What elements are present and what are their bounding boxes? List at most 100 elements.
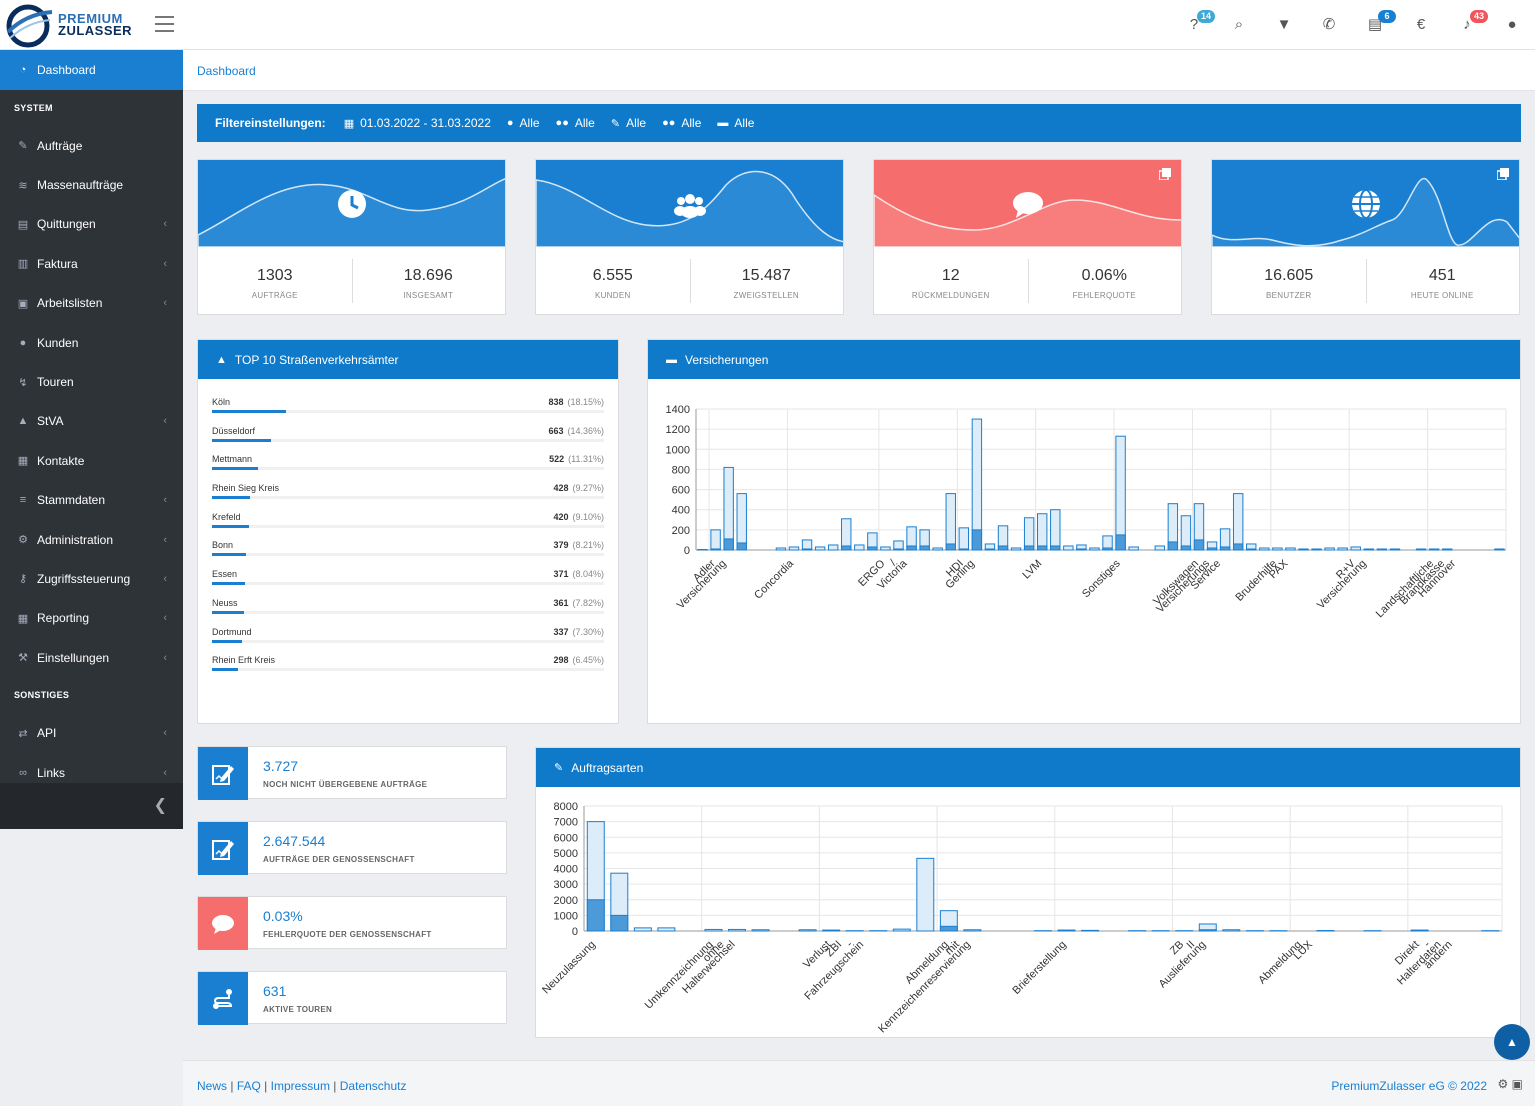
auftragsarten-chart: 0 1000 2000 3000 4000 5000 6000 7000 8000 Neuzula… — [540, 801, 1503, 1035]
help-icon[interactable]: ? 14 — [1183, 10, 1215, 36]
footer-link-news[interactable]: News — [197, 1079, 227, 1093]
euro-icon[interactable]: € — [1410, 14, 1432, 36]
bar-part — [710, 548, 721, 551]
office-count: 298 — [553, 655, 569, 666]
breadcrumb-dashboard-link[interactable]: Dashboard — [197, 64, 256, 78]
progress-track — [212, 668, 604, 672]
cogs-icon[interactable]: ⚙ — [1498, 1077, 1509, 1091]
footer-link-faq[interactable]: FAQ — [237, 1079, 261, 1093]
filter-icon[interactable]: ▼ — [1273, 14, 1295, 36]
bar-total — [1232, 493, 1244, 551]
sidebar-item-zugriffssteuerung[interactable]: ⚷ Zugriffssteuerung ‹ — [0, 559, 183, 598]
bar-total — [723, 466, 734, 551]
bar-total — [751, 929, 770, 932]
road-icon: ▲ — [17, 415, 29, 428]
filter-car[interactable]: ▬ Alle — [717, 116, 754, 130]
sidebar-item-reporting[interactable]: ▦ Reporting ‹ — [0, 599, 183, 638]
office-percent: (7.82%) — [572, 597, 604, 608]
sidebar-item-api[interactable]: ⇄ API ‹ — [0, 713, 183, 752]
phone-icon[interactable]: ✆ — [1318, 14, 1340, 36]
bar-total — [932, 547, 943, 551]
stat-card-values: 16.605 BENUTZER 451 HEUTE ONLINE — [1212, 247, 1519, 316]
collapse-sidebar-icon[interactable]: ❮ — [154, 795, 167, 815]
sidebar-item-dashboard[interactable]: ◔ Dashboard — [0, 50, 183, 90]
bar-total — [1285, 547, 1296, 551]
bar-total — [1442, 548, 1453, 551]
x-tick-label: Neuzulassung — [540, 939, 598, 997]
bar-total — [827, 544, 839, 551]
copy-icon[interactable] — [1497, 168, 1509, 180]
sidebar-item-label: Kunden — [37, 335, 79, 350]
sidebar-item-arbeitslisten[interactable]: ▣ Arbeitslisten ‹ — [0, 284, 183, 323]
list-item: Dortmund 337 (7.30%) — [212, 623, 604, 652]
bar-part — [919, 545, 930, 551]
clipboard-icon: ▣ — [17, 297, 29, 310]
info-label: NOCH NICHT ÜBERGEBENE AUFTRÄGE — [263, 780, 428, 789]
bar-total — [841, 518, 852, 551]
office-value: 361 (7.82%) — [553, 598, 604, 608]
chevron-left-icon: ‹ — [163, 257, 167, 270]
sidebar-item-stammdaten[interactable]: ≡ Stammdaten ‹ — [0, 481, 183, 520]
bar-total — [788, 546, 800, 551]
cogs-icon: ⚙ — [18, 534, 28, 547]
route-icon: ↯ — [18, 376, 28, 389]
progress-fill — [212, 639, 242, 643]
sidebar-item-label: API — [37, 726, 57, 741]
bar-part — [1167, 541, 1179, 551]
sidebar-item-quittungen[interactable]: ▤ Quittungen ‹ — [0, 205, 183, 244]
filter-user[interactable]: ● Alle — [507, 116, 540, 130]
user-icon[interactable]: ● — [1501, 14, 1523, 36]
sidebar-item-einstellungen[interactable]: ⚒ Einstellungen ‹ — [0, 638, 183, 677]
chevron-left-icon: ‹ — [163, 494, 167, 507]
office-name: Bonn — [212, 540, 234, 551]
bar-total — [1350, 546, 1361, 551]
chevron-up-icon: ▲ — [1506, 1035, 1518, 1049]
scroll-to-top-button[interactable]: ▲ — [1494, 1024, 1530, 1060]
bar-part — [958, 548, 970, 551]
y-tick-label: 5000 — [554, 848, 578, 860]
group-icon: ●● — [662, 117, 676, 129]
y-tick-label: 0 — [572, 926, 578, 938]
filter-calendar[interactable]: ▦ 01.03.2022 - 31.03.2022 — [344, 116, 491, 130]
user-icon: ● — [506, 117, 514, 129]
filter-users[interactable]: ●● Alle — [556, 116, 595, 130]
sidebar-item-faktura[interactable]: ▥ Faktura ‹ — [0, 244, 183, 283]
stat-value: 451 — [1428, 267, 1456, 284]
sidebar-item-aufträge[interactable]: ✎ Aufträge — [0, 126, 183, 165]
office-value: 379 (8.21%) — [553, 540, 604, 550]
footer-link-impressum[interactable]: Impressum — [271, 1079, 330, 1093]
bar-total — [633, 927, 652, 932]
search-icon[interactable]: ⌕ — [1228, 14, 1250, 36]
users-icon — [673, 194, 706, 218]
filter-edit[interactable]: ✎ Alle — [611, 116, 646, 130]
sidebar-item-kunden[interactable]: ● Kunden — [0, 323, 183, 362]
office-value: 371 (8.04%) — [553, 569, 604, 579]
sidebar-item-label: Administration — [37, 532, 114, 547]
sidebar-item-touren[interactable]: ↯ Touren — [0, 362, 183, 401]
documents-icon[interactable]: ▤ 6 — [1364, 10, 1396, 36]
chevron-left-icon: ‹ — [163, 572, 167, 585]
bar-total — [1389, 548, 1401, 551]
copy-icon[interactable] — [1159, 168, 1171, 180]
comment-icon — [198, 897, 248, 950]
route-icon — [198, 972, 248, 1025]
sidebar-item-massenaufträge[interactable]: ≋ Massenaufträge — [0, 165, 183, 204]
gift-icon[interactable]: ▣ — [1512, 1077, 1523, 1091]
chevron-left-icon: ‹ — [163, 651, 167, 664]
bar-total — [1037, 513, 1048, 551]
info-card: 631 AKTIVE TOUREN — [197, 971, 507, 1025]
key-icon: ⚷ — [18, 573, 28, 586]
sidebar-item-kontakte[interactable]: ▦ Kontakte — [0, 441, 183, 480]
logo[interactable]: PREMIUM ZULASSER — [6, 4, 146, 48]
bell-icon[interactable]: ♪ 43 — [1456, 10, 1488, 36]
y-tick-label: 1000 — [666, 444, 690, 456]
versicherungen-header: ▬ Versicherungen — [648, 340, 1520, 379]
bar-total — [1089, 547, 1100, 551]
sidebar-item-administration[interactable]: ⚙ Administration ‹ — [0, 520, 183, 559]
sidebar-item-stva[interactable]: ▲ StVA ‹ — [0, 402, 183, 441]
bar-total — [1057, 929, 1076, 932]
top10-header: ▲ TOP 10 Straßenverkehrsämter — [198, 340, 618, 379]
filter-group[interactable]: ●● Alle — [662, 116, 701, 130]
footer-link-datenschutz[interactable]: Datenschutz — [340, 1079, 407, 1093]
hamburger-menu-icon[interactable] — [155, 16, 174, 32]
